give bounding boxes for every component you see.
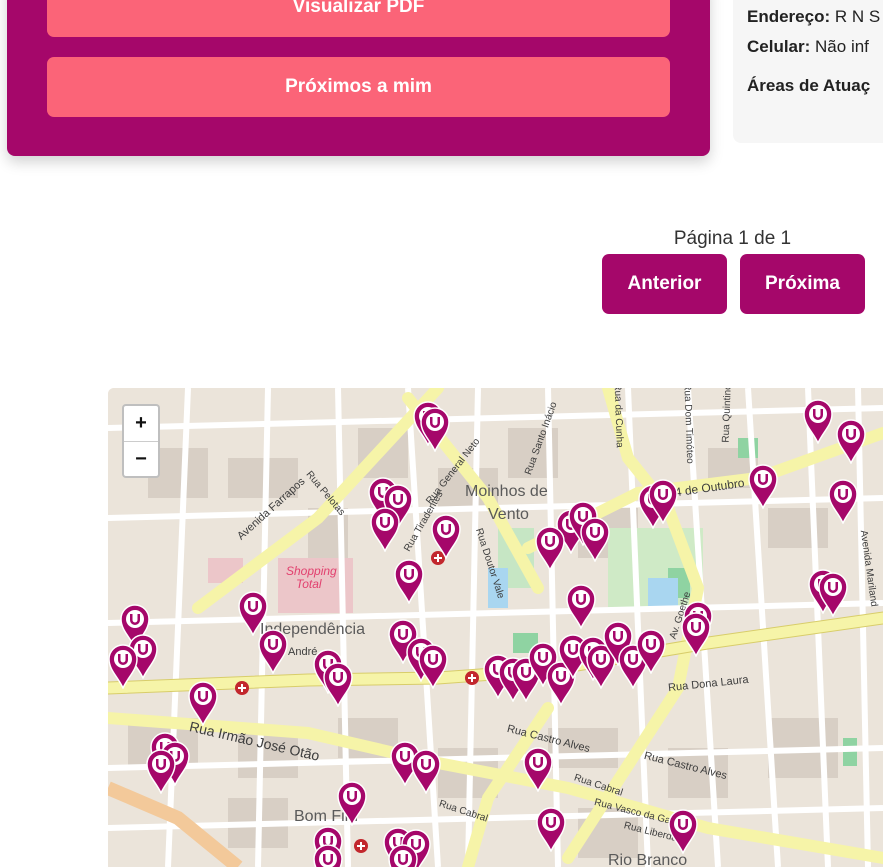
hospital-icon (235, 681, 249, 695)
map-marker-icon[interactable] (431, 513, 461, 559)
map-marker-icon[interactable] (313, 843, 343, 867)
nearby-button[interactable]: Próximos a mim (47, 57, 670, 117)
map-marker-icon[interactable] (818, 571, 848, 617)
professional-info-card: Endereço: R N S Celular: Não inf Áreas d… (733, 0, 883, 143)
map-label-moinhos: Moinhos de (465, 483, 548, 500)
map-label-shopping: Shopping (286, 564, 337, 578)
zoom-control: + − (122, 404, 160, 478)
map-marker-icon[interactable] (394, 558, 424, 604)
map-marker-icon[interactable] (748, 463, 778, 509)
map-marker-icon[interactable] (337, 780, 367, 826)
map-tiles (108, 388, 883, 867)
map-marker-icon[interactable] (188, 680, 218, 726)
address-value: R N S (834, 7, 881, 26)
map-label-shopping-total: Total (296, 577, 322, 591)
map-marker-icon[interactable] (323, 661, 353, 707)
address-label: Endereço: (747, 7, 831, 26)
zoom-out-button[interactable]: − (124, 441, 158, 477)
map-marker-icon[interactable] (836, 418, 866, 464)
map-marker-icon[interactable] (418, 643, 448, 689)
phone-row: Celular: Não inf (747, 37, 869, 57)
map-marker-icon[interactable] (668, 808, 698, 854)
map-marker-icon[interactable] (580, 516, 610, 562)
map-marker-icon[interactable] (146, 748, 176, 794)
previous-page-button[interactable]: Anterior (602, 254, 727, 314)
map-label-vento: Vento (488, 506, 529, 523)
map-marker-icon[interactable] (681, 611, 711, 657)
map-marker-icon[interactable] (535, 525, 565, 571)
map-marker-icon[interactable] (411, 748, 441, 794)
map-marker-icon[interactable] (420, 406, 450, 452)
map-marker-icon[interactable] (258, 628, 288, 674)
hospital-icon (465, 671, 479, 685)
map-marker-icon[interactable] (828, 478, 858, 524)
map-marker-icon[interactable] (388, 843, 418, 867)
areas-heading: Áreas de Atuaç (747, 76, 871, 95)
pagination-label: Página 1 de 1 (673, 228, 792, 249)
phone-value: Não inf (815, 37, 869, 56)
next-page-button[interactable]: Próxima (740, 254, 865, 314)
map[interactable]: Moinhos de Vento Independência Bom Fim R… (108, 388, 883, 867)
hospital-icon (354, 839, 368, 853)
address-row: Endereço: R N S (747, 7, 880, 27)
view-pdf-button[interactable]: Visualizar PDF (47, 0, 670, 37)
map-label-dacunha: Rua da Cunha (611, 388, 625, 448)
phone-label: Celular: (747, 37, 811, 56)
zoom-in-button[interactable]: + (124, 406, 158, 441)
map-marker-icon[interactable] (566, 583, 596, 629)
action-panel: Visualizar PDF Próximos a mim (7, 0, 710, 156)
map-label-riobranco: Rio Branco (608, 852, 688, 867)
map-label-quintino: Rua Quintino (720, 388, 734, 443)
map-marker-icon[interactable] (536, 806, 566, 852)
map-marker-icon[interactable] (108, 643, 138, 689)
map-marker-icon[interactable] (803, 398, 833, 444)
map-marker-icon[interactable] (370, 506, 400, 552)
map-marker-icon[interactable] (648, 478, 678, 524)
map-marker-icon[interactable] (523, 746, 553, 792)
map-marker-icon[interactable] (636, 628, 666, 674)
